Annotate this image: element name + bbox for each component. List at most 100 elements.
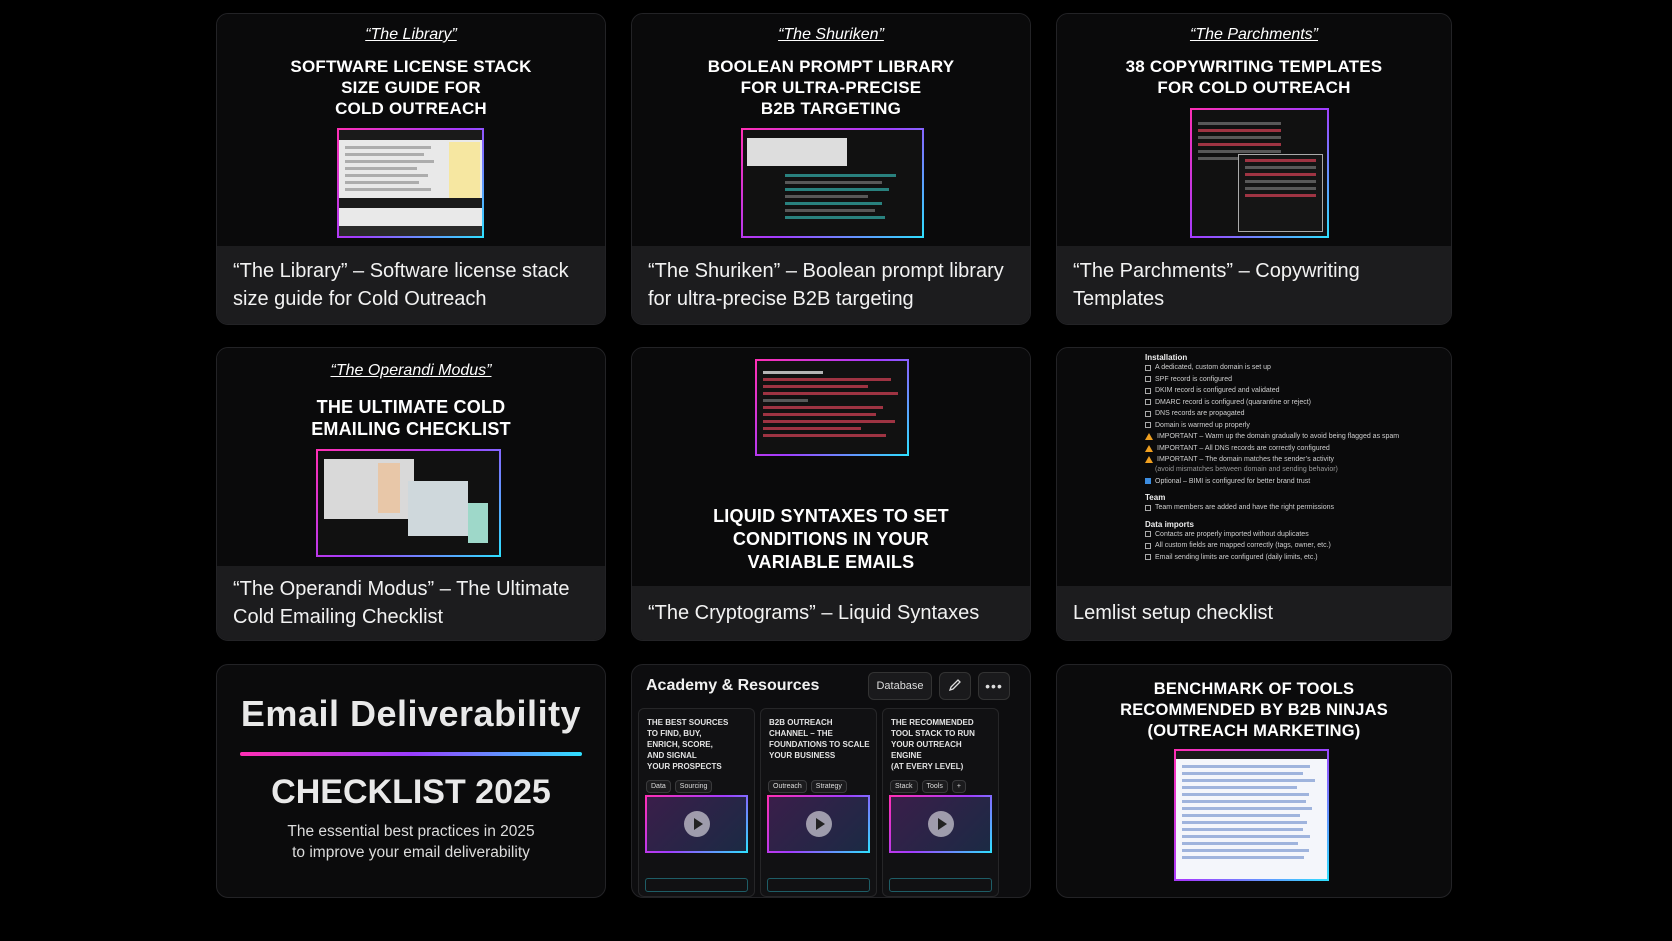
checklist-item: A dedicated, custom domain is set up <box>1145 362 1451 374</box>
card-preview: “The Parchments” 38 COPYWRITING TEMPLATE… <box>1057 14 1451 248</box>
deliverability-title: Email Deliverability <box>240 693 582 734</box>
card-deliverability[interactable]: Email Deliverability CHECKLIST 2025 The … <box>216 664 606 898</box>
checklist-item: DKIM record is configured and validated <box>1145 385 1451 397</box>
checklist-item-label: Optional – BIMI is configured for better… <box>1155 477 1311 485</box>
checklist-item-label: DMARC record is configured (quarantine o… <box>1155 398 1312 406</box>
tag-chip[interactable]: Sourcing <box>674 780 713 793</box>
card-caption: “The Cryptograms” – Liquid Syntaxes <box>632 586 1030 640</box>
checklist-item-label: DNS records are propagated <box>1155 410 1245 418</box>
card-kicker: “The Operandi Modus” <box>330 362 492 379</box>
checklist-item: DMARC record is configured (quarantine o… <box>1145 397 1451 409</box>
card-academy[interactable]: Academy & Resources Database ••• THE BES… <box>631 664 1031 898</box>
academy-title: Academy & Resources <box>646 677 820 694</box>
lemlist-checklist: Installation A dedicated, custom domain i… <box>1057 348 1451 588</box>
tag-chip[interactable]: Strategy <box>810 780 847 793</box>
gradient-divider <box>240 752 582 756</box>
checklist-item-label: IMPORTANT – Warm up the domain gradually… <box>1157 433 1400 441</box>
checkbox-checked-icon <box>1145 478 1151 485</box>
play-icon[interactable] <box>805 811 832 837</box>
video-thumbnail[interactable] <box>645 795 748 853</box>
warning-icon <box>1145 456 1153 464</box>
checkbox-icon <box>1145 387 1151 394</box>
checklist-item: Contacts are properly imported without d… <box>1145 529 1451 541</box>
checklist-item-label: IMPORTANT – The domain matches the sende… <box>1157 456 1335 464</box>
card-kicker: “The Parchments” <box>1189 26 1319 43</box>
preview-thumbnail <box>1174 749 1329 881</box>
preview-thumbnail <box>316 449 501 557</box>
card-kicker: “The Library” <box>365 26 457 43</box>
checklist-item-label: All custom fields are mapped correctly (… <box>1155 542 1331 550</box>
card-headline: LIQUID SYNTAXES TO SET CONDITIONS IN YOU… <box>713 506 949 572</box>
checklist-item: IMPORTANT – All DNS records are correctl… <box>1145 443 1451 455</box>
card-benchmark[interactable]: BENCHMARK OF TOOLS RECOMMENDED BY B2B NI… <box>1056 664 1452 898</box>
video-thumbnail[interactable] <box>767 795 870 853</box>
preview-thumbnail <box>755 359 909 456</box>
card-headline: 38 COPYWRITING TEMPLATES FOR COLD OUTREA… <box>1125 57 1383 97</box>
resource-tags: Data Sourcing <box>646 780 713 793</box>
resource-card[interactable]: B2B OUTREACH CHANNEL – THE FOUNDATIONS T… <box>760 708 877 897</box>
card-shuriken[interactable]: “The Shuriken” BOOLEAN PROMPT LIBRARY FO… <box>631 13 1031 325</box>
video-thumbnail[interactable] <box>889 795 992 853</box>
edit-button[interactable] <box>939 672 971 700</box>
card-preview: “The Operandi Modus” THE ULTIMATE COLD E… <box>217 348 605 568</box>
checkbox-icon <box>1145 399 1151 406</box>
card-cryptograms[interactable]: LIQUID SYNTAXES TO SET CONDITIONS IN YOU… <box>631 347 1031 641</box>
resource-tags: Outreach Strategy <box>768 780 847 793</box>
tag-chip[interactable]: Tools <box>921 780 948 793</box>
card-caption: Lemlist setup checklist <box>1057 586 1451 640</box>
checklist-item: Team members are added and have the righ… <box>1145 502 1451 514</box>
card-headline: THE ULTIMATE COLD EMAILING CHECKLIST <box>311 397 511 439</box>
card-operandi[interactable]: “The Operandi Modus” THE ULTIMATE COLD E… <box>216 347 606 641</box>
resource-card[interactable]: THE RECOMMENDED TOOL STACK TO RUN YOUR O… <box>882 708 999 897</box>
deliverability-subtitle: CHECKLIST 2025 <box>271 773 551 811</box>
checklist-item-label: Email sending limits are configured (dai… <box>1155 553 1318 561</box>
tag-chip[interactable]: Data <box>646 780 671 793</box>
more-button[interactable]: ••• <box>978 672 1010 700</box>
checkbox-icon <box>1145 410 1151 417</box>
checklist-section-title: Team <box>1145 493 1166 502</box>
warning-icon <box>1145 444 1153 452</box>
resource-footer <box>767 878 870 892</box>
card-parchments[interactable]: “The Parchments” 38 COPYWRITING TEMPLATE… <box>1056 13 1452 325</box>
checklist-section-title: Installation <box>1145 353 1188 362</box>
checklist-item: IMPORTANT – The domain matches the sende… <box>1145 454 1451 466</box>
warning-icon <box>1145 433 1153 441</box>
tag-chip[interactable]: Stack <box>890 780 918 793</box>
database-button[interactable]: Database <box>868 672 932 700</box>
play-icon[interactable] <box>927 811 954 837</box>
card-caption: “The Parchments” – Copywriting Templates <box>1057 246 1451 324</box>
checklist-item-label: Team members are added and have the righ… <box>1155 504 1334 512</box>
resource-title: THE RECOMMENDED TOOL STACK TO RUN YOUR O… <box>891 718 975 771</box>
checkbox-icon <box>1145 531 1151 538</box>
tag-chip[interactable]: + <box>951 780 966 793</box>
checklist-item-label: SPF record is configured <box>1155 375 1233 383</box>
card-headline: SOFTWARE LICENSE STACK SIZE GUIDE FOR CO… <box>290 57 532 118</box>
resource-card[interactable]: THE BEST SOURCES TO FIND, BUY, ENRICH, S… <box>638 708 755 897</box>
card-kicker: “The Shuriken” <box>778 26 884 43</box>
checkbox-icon <box>1145 376 1151 383</box>
checklist-item-label: IMPORTANT – All DNS records are correctl… <box>1157 444 1330 452</box>
card-caption: “The Library” – Software license stack s… <box>217 246 605 324</box>
card-headline: BENCHMARK OF TOOLS RECOMMENDED BY B2B NI… <box>1120 680 1388 740</box>
resource-tags: Stack Tools + <box>890 780 966 793</box>
checklist-item-label: Domain is warmed up properly <box>1155 421 1250 429</box>
checklist-section-title: Data imports <box>1145 519 1194 529</box>
card-library[interactable]: “The Library” SOFTWARE LICENSE STACK SIZ… <box>216 13 606 325</box>
play-icon[interactable] <box>683 811 710 837</box>
preview-thumbnail <box>741 128 924 238</box>
checklist-item: Optional – BIMI is configured for better… <box>1145 476 1451 488</box>
card-lemlist[interactable]: Installation A dedicated, custom domain i… <box>1056 347 1452 641</box>
resource-footer <box>889 878 992 892</box>
checkbox-icon <box>1145 554 1151 561</box>
resource-title: THE BEST SOURCES TO FIND, BUY, ENRICH, S… <box>647 718 729 771</box>
tag-chip[interactable]: Outreach <box>768 780 807 793</box>
checklist-item: IMPORTANT – Warm up the domain gradually… <box>1145 431 1451 443</box>
checklist-item: DNS records are propagated <box>1145 408 1451 420</box>
resource-footer <box>645 878 748 892</box>
card-headline: BOOLEAN PROMPT LIBRARY FOR ULTRA-PRECISE… <box>707 57 955 118</box>
checkbox-icon <box>1145 504 1151 511</box>
checklist-note: (avoid mismatches between domain and sen… <box>1155 465 1338 473</box>
checklist-item: Email sending limits are configured (dai… <box>1145 552 1451 564</box>
preview-thumbnail <box>337 128 484 238</box>
card-preview: “The Shuriken” BOOLEAN PROMPT LIBRARY FO… <box>632 14 1030 248</box>
